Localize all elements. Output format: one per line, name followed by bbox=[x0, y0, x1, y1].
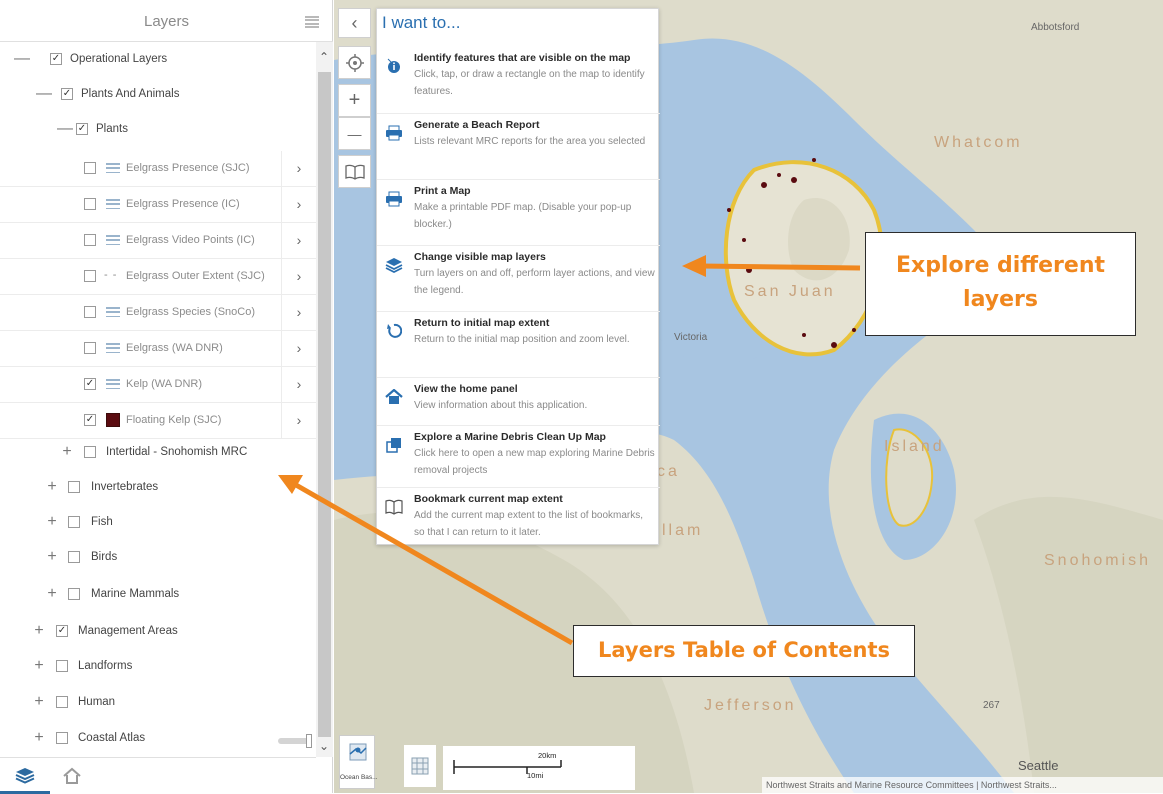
scale-bar: 20km 10mi bbox=[443, 746, 635, 790]
arrow-head-layers bbox=[682, 255, 706, 277]
basemap-icon bbox=[349, 743, 367, 761]
scale-km-label: 20km bbox=[538, 751, 557, 760]
grid-button[interactable] bbox=[404, 745, 436, 787]
scale-mi-label: 10mi bbox=[527, 771, 544, 780]
arrow-to-layers-menu bbox=[699, 263, 861, 271]
callout-layers-toc: Layers Table of Contents bbox=[573, 625, 915, 677]
callout-line-2: layers bbox=[963, 287, 1038, 312]
grid-icon bbox=[411, 757, 429, 775]
callout-line-1: Explore different bbox=[895, 253, 1106, 278]
map-attribution[interactable]: Northwest Straits and Marine Resource Co… bbox=[762, 777, 1163, 793]
callout-explore-layers: Explore different layers bbox=[865, 232, 1136, 336]
basemap-button[interactable]: Ocean Bas... bbox=[339, 735, 378, 789]
basemap-label: Ocean Bas... bbox=[340, 774, 378, 781]
arrow-to-layer-tree bbox=[294, 482, 574, 646]
